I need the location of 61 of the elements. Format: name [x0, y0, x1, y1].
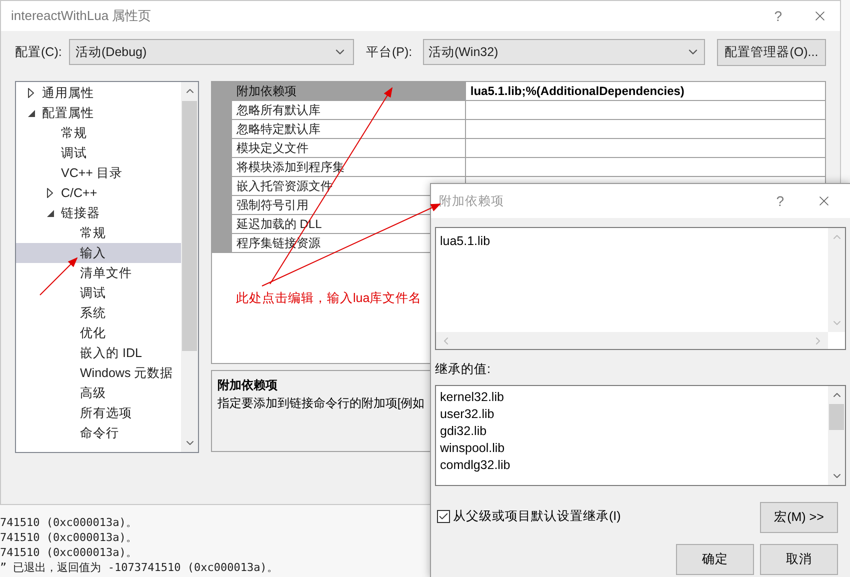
- property-value[interactable]: lua5.1.lib;%(AdditionalDependencies): [470, 82, 684, 100]
- expanded-triangle-icon[interactable]: [46, 210, 54, 216]
- property-name[interactable]: 强制符号引用: [232, 196, 312, 214]
- window-title: intereactWithLua 属性页: [11, 7, 152, 26]
- tree-item[interactable]: 命令行: [16, 423, 182, 443]
- tree-item[interactable]: 链接器: [16, 203, 182, 223]
- tree-item[interactable]: 调试: [16, 143, 182, 163]
- tree-item[interactable]: 调试: [16, 283, 182, 303]
- scroll-thumb[interactable]: [182, 101, 198, 351]
- tree-item[interactable]: 嵌入的 IDL: [16, 343, 182, 363]
- tree-item[interactable]: 清单文件: [16, 263, 182, 283]
- description-title: 附加依赖项: [217, 377, 278, 394]
- annotation-text: 此处点击编辑，输入lua库文件名: [236, 290, 422, 307]
- annotation-arrow: [40, 257, 78, 296]
- tree-item[interactable]: 通用属性: [16, 83, 182, 103]
- config-label: 配置(C):: [15, 44, 63, 61]
- check-icon: [438, 510, 449, 522]
- tree-item[interactable]: 高级: [16, 383, 182, 403]
- tree-item[interactable]: 配置属性: [16, 103, 182, 123]
- expanded-triangle-icon[interactable]: [28, 110, 34, 116]
- description-text: 指定要添加到链接命令行的附加项[例如: [217, 395, 425, 412]
- tree-item[interactable]: Windows 元数据: [16, 363, 182, 383]
- inherited-item: user32.lib: [440, 406, 496, 423]
- tree-item[interactable]: VC++ 目录: [16, 163, 182, 183]
- scroll-thumb[interactable]: [829, 404, 844, 430]
- config-dropdown[interactable]: 活动(Debug): [68, 39, 354, 65]
- console-line: 741510 (0xc000013a)。: [0, 515, 138, 530]
- console-line: ” 已退出，返回值为 -1073741510 (0xc000013a)。: [0, 560, 278, 575]
- inherit-checkbox[interactable]: [437, 510, 450, 523]
- ok-button[interactable]: 确定: [676, 544, 754, 575]
- console-line: 741510 (0xc000013a)。: [0, 545, 138, 560]
- tree-item[interactable]: 常规: [16, 223, 182, 243]
- config-manager-button[interactable]: 配置管理器(O)...: [716, 38, 826, 66]
- tree-item[interactable]: 所有选项: [16, 403, 182, 423]
- scrollbar[interactable]: [181, 82, 198, 452]
- tree-item[interactable]: 常规: [16, 123, 182, 143]
- collapsed-triangle-icon[interactable]: [28, 88, 34, 98]
- property-name[interactable]: 程序集链接资源: [232, 234, 324, 252]
- dialog-title: 附加依赖项: [439, 192, 505, 210]
- tree-item[interactable]: 系统: [16, 303, 182, 323]
- collapsed-triangle-icon[interactable]: [47, 188, 53, 198]
- property-name[interactable]: 附加依赖项: [232, 82, 466, 100]
- console-line: 741510 (0xc000013a)。: [0, 530, 138, 545]
- inherited-item: winspool.lib: [440, 440, 506, 457]
- property-name[interactable]: 忽略所有默认库: [232, 101, 324, 119]
- platform-label: 平台(P):: [366, 44, 414, 61]
- tree-item[interactable]: 优化: [16, 323, 182, 343]
- inherited-item: gdi32.lib: [440, 422, 488, 440]
- help-button[interactable]: ?: [776, 190, 784, 212]
- inherited-item: kernel32.lib: [440, 388, 505, 406]
- checkbox-label: 从父级或项目默认设置继承(I): [453, 508, 621, 525]
- tree-item[interactable]: C/C++: [16, 183, 182, 203]
- inherited-label: 继承的值:: [435, 361, 492, 378]
- help-button[interactable]: ?: [774, 6, 782, 26]
- macro-button[interactable]: 宏(M) >>: [760, 502, 838, 533]
- tree-item[interactable]: 输入: [16, 243, 182, 263]
- property-name[interactable]: 忽略特定默认库: [232, 120, 324, 138]
- inherited-item: comdlg32.lib: [440, 456, 512, 474]
- cancel-button[interactable]: 取消: [760, 544, 838, 575]
- platform-dropdown[interactable]: 活动(Win32): [423, 39, 705, 65]
- property-name[interactable]: 模块定义文件: [232, 139, 312, 157]
